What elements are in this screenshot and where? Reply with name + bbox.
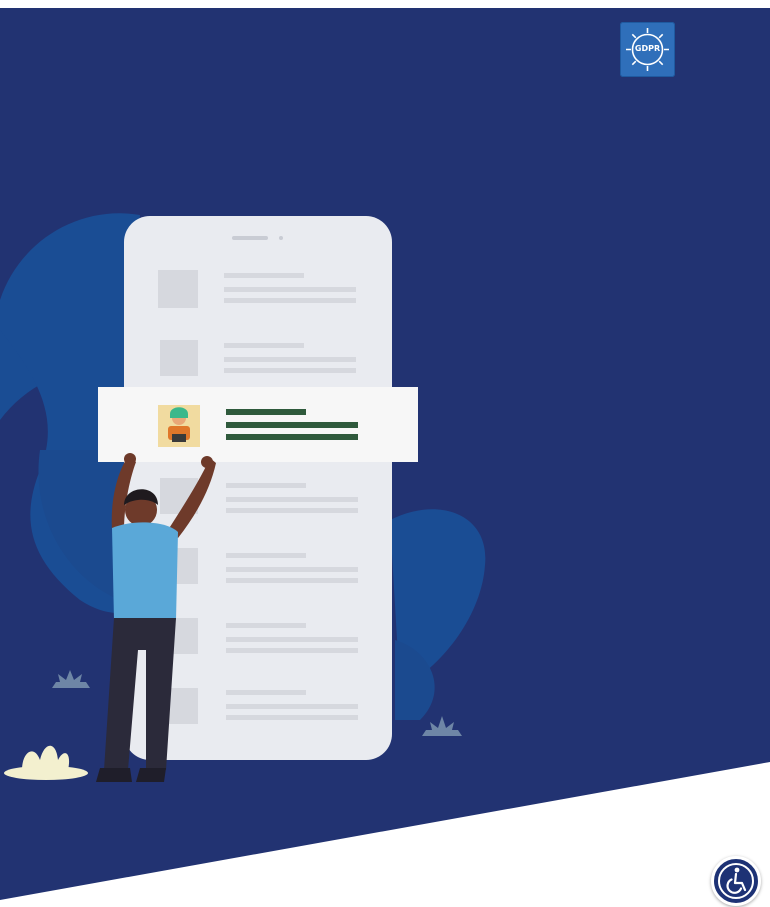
accessibility-button[interactable] [711,856,761,906]
wheelchair-icon [718,863,754,899]
phone-speaker [232,236,268,240]
gdpr-label: GDPR [634,44,661,53]
gdpr-badge[interactable]: GDPR [620,22,675,77]
phone-camera [279,236,283,240]
hero-illustration: GDPR [0,0,770,907]
illustration-svg [0,8,770,900]
highlighted-card [98,387,418,462]
